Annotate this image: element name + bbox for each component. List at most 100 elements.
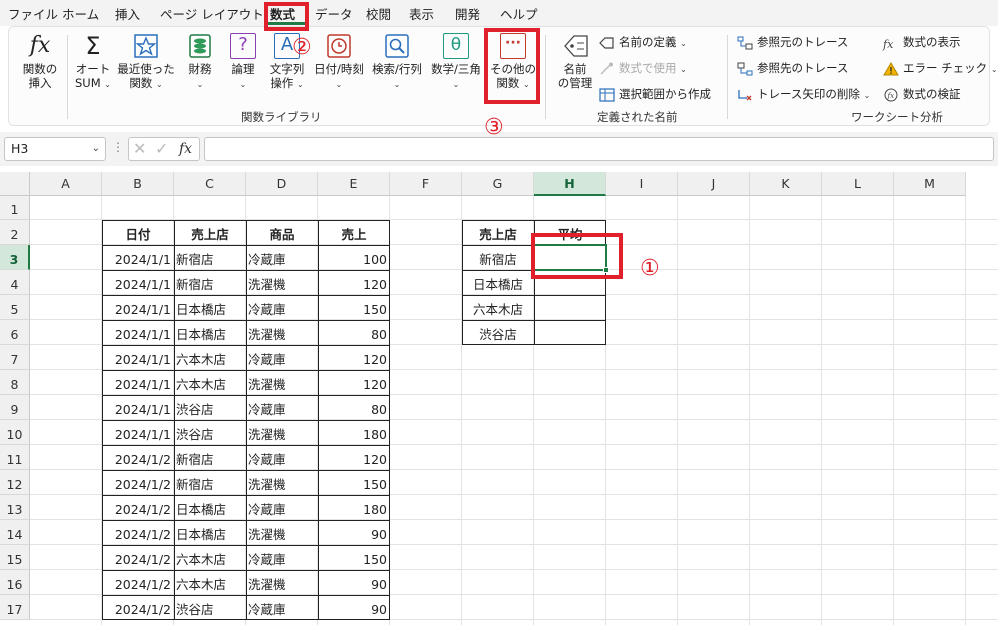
table1-cell[interactable]: 渋谷店 [174,420,246,445]
menu-developer[interactable]: 開発 [455,4,480,23]
table1-cell[interactable]: 180 [318,495,390,520]
chevron-down-icon[interactable]: ⌄ [92,138,100,160]
column-header-k[interactable]: K [750,172,822,196]
table1-header-cell[interactable]: 商品 [246,220,318,245]
table1-header-cell[interactable]: 売上 [318,220,390,245]
table1-cell[interactable]: 日本橋店 [174,295,246,320]
table1-cell[interactable]: 2024/1/1 [102,320,174,345]
row-header-5[interactable]: 5 [0,295,30,320]
table1-cell[interactable]: 渋谷店 [174,395,246,420]
autosum-button[interactable]: Σ オート SUM ⌄ [71,33,115,92]
column-header-c[interactable]: C [174,172,246,196]
table1-cell[interactable]: 洗濯機 [246,370,318,395]
formula-input[interactable] [204,137,994,161]
row-header-11[interactable]: 11 [0,445,30,470]
table2-cell[interactable]: 渋谷店 [462,320,534,345]
table1-cell[interactable]: 2024/1/2 [102,445,174,470]
table1-cell[interactable]: 冷蔵庫 [246,545,318,570]
row-header-3[interactable]: 3 [0,245,30,270]
define-name-button[interactable]: 名前の定義 ⌄ [599,33,687,51]
table1-cell[interactable]: 冷蔵庫 [246,445,318,470]
row-header-9[interactable]: 9 [0,395,30,420]
table1-cell[interactable]: 冷蔵庫 [246,395,318,420]
table1-cell[interactable]: 2024/1/2 [102,595,174,620]
evaluate-formula-button[interactable]: fx 数式の検証 [883,85,961,103]
row-header-14[interactable]: 14 [0,520,30,545]
show-formulas-button[interactable]: fx 数式の表示 [883,33,961,51]
row-header-4[interactable]: 4 [0,270,30,295]
table1-cell[interactable]: 洗濯機 [246,570,318,595]
table2-cell[interactable] [534,320,606,345]
table1-cell[interactable]: 冷蔵庫 [246,495,318,520]
column-header-j[interactable]: J [678,172,750,196]
row-header-2[interactable]: 2 [0,220,30,245]
column-header-e[interactable]: E [318,172,390,196]
table1-cell[interactable]: 120 [318,445,390,470]
table1-cell[interactable]: 冷蔵庫 [246,345,318,370]
table1-cell[interactable]: 六本木店 [174,545,246,570]
table1-cell[interactable]: 100 [318,245,390,270]
table1-cell[interactable]: 六本木店 [174,570,246,595]
table1-cell[interactable]: 150 [318,470,390,495]
financial-button[interactable]: 財務 ⌄ [181,33,219,92]
cancel-icon[interactable]: ✕ [133,138,146,160]
row-header-12[interactable]: 12 [0,470,30,495]
table1-cell[interactable]: 120 [318,270,390,295]
column-header-a[interactable]: A [30,172,102,196]
select-all-corner[interactable] [0,172,30,196]
name-box[interactable]: H3 ⌄ [4,137,106,161]
math-trig-button[interactable]: θ 数学/三角 ⌄ [427,33,485,92]
table1-cell[interactable]: 80 [318,320,390,345]
menu-view[interactable]: 表示 [409,4,434,23]
column-header-l[interactable]: L [822,172,894,196]
table1-cell[interactable]: 2024/1/1 [102,345,174,370]
table1-cell[interactable]: 2024/1/1 [102,370,174,395]
table1-cell[interactable]: 2024/1/1 [102,420,174,445]
row-header-15[interactable]: 15 [0,545,30,570]
table2-cell[interactable]: 日本橋店 [462,270,534,295]
column-header-h[interactable]: H [534,172,606,196]
menu-data[interactable]: データ [315,4,353,23]
datetime-button[interactable]: 日付/時刻 ⌄ [311,33,367,92]
table1-cell[interactable]: 洗濯機 [246,470,318,495]
table1-cell[interactable]: 日本橋店 [174,520,246,545]
insert-function-icon[interactable]: fx [179,138,192,160]
column-header-b[interactable]: B [102,172,174,196]
column-header-f[interactable]: F [390,172,462,196]
table1-cell[interactable]: 2024/1/2 [102,495,174,520]
column-header-m[interactable]: M [894,172,966,196]
menu-help[interactable]: ヘルプ [500,4,538,23]
logical-button[interactable]: ? 論理 ⌄ [225,33,261,92]
column-header-g[interactable]: G [462,172,534,196]
error-check-button[interactable]: エラー チェック ⌄ [883,59,998,77]
create-from-selection-button[interactable]: 選択範囲から作成 [599,85,711,103]
table1-cell[interactable]: 2024/1/1 [102,395,174,420]
table1-cell[interactable]: 120 [318,370,390,395]
table1-cell[interactable]: 六本木店 [174,370,246,395]
row-header-13[interactable]: 13 [0,495,30,520]
insert-function-button[interactable]: fx 関数の 挿入 [17,33,63,90]
table1-cell[interactable]: 新宿店 [174,245,246,270]
trace-dependents-button[interactable]: 参照先のトレース [737,59,848,77]
table1-cell[interactable]: 80 [318,395,390,420]
row-header-6[interactable]: 6 [0,320,30,345]
table1-cell[interactable]: 日本橋店 [174,495,246,520]
table1-cell[interactable]: 150 [318,295,390,320]
table1-cell[interactable]: 2024/1/1 [102,245,174,270]
table1-cell[interactable]: 新宿店 [174,270,246,295]
recent-functions-button[interactable]: 最近使った 関数 ⌄ [117,33,175,92]
name-manager-button[interactable]: 名前 の管理 [553,33,597,90]
table1-cell[interactable]: 冷蔵庫 [246,595,318,620]
table2-cell[interactable]: 新宿店 [462,245,534,270]
lookup-button[interactable]: 検索/行列 ⌄ [369,33,425,92]
table1-cell[interactable]: 渋谷店 [174,595,246,620]
menu-page-layout[interactable]: ページ レイアウト [160,4,264,23]
trace-precedents-button[interactable]: 参照元のトレース [737,33,848,51]
enter-icon[interactable]: ✓ [155,138,168,160]
table1-cell[interactable]: 2024/1/1 [102,295,174,320]
menu-home[interactable]: ホーム [62,4,99,23]
table1-cell[interactable]: 90 [318,520,390,545]
more-options-icon[interactable]: ⋮ [112,140,124,154]
table1-cell[interactable]: 2024/1/1 [102,270,174,295]
table2-cell[interactable] [534,295,606,320]
